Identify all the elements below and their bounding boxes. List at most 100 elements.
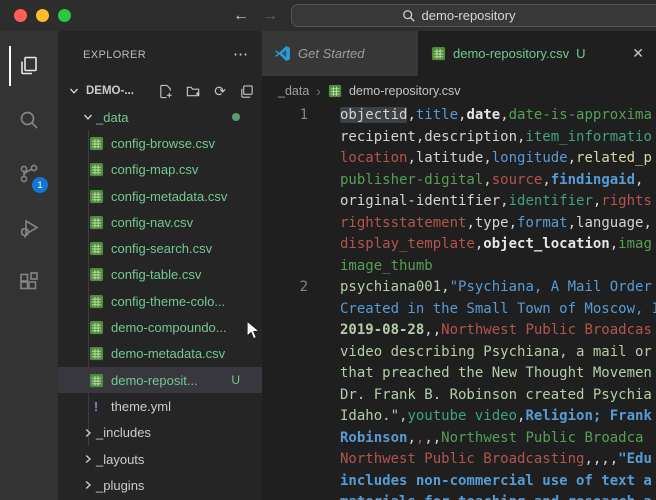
code-token: identifier	[508, 193, 593, 209]
tree-item-config-browsecsv[interactable]: config-browse.csv	[58, 130, 262, 156]
tab-demo-repository-csv[interactable]: demo-repository.csv U ✕	[418, 31, 656, 76]
back-icon[interactable]: ←	[233, 7, 249, 25]
code-token: ,,,,	[584, 451, 619, 467]
code-token: related_p	[576, 150, 652, 166]
workspace-root-row[interactable]: DEMO-... ⟳	[58, 78, 262, 104]
chevron-right-icon	[80, 428, 96, 438]
tree-item-label: demo-reposit...	[111, 372, 198, 388]
git-modified-dot-icon	[232, 113, 240, 122]
tree-item-_layouts[interactable]: _layouts	[58, 446, 262, 472]
code-token: ,	[567, 150, 577, 166]
code-line[interactable]: video describing Psychiana, a mail or	[262, 342, 656, 364]
tree-item-_includes[interactable]: _includes	[58, 420, 262, 446]
code-token: ,	[407, 107, 416, 123]
code-line[interactable]: location,latitude,longitude,related_p	[262, 148, 656, 170]
code-token: Northwest Public Broadcas	[441, 322, 652, 338]
tree-item-label: _plugins	[96, 477, 145, 493]
csv-icon	[88, 214, 104, 230]
tree-item-label: _includes	[96, 425, 151, 441]
minimize-window-button[interactable]	[36, 9, 49, 22]
breadcrumb-file[interactable]: demo-repository.csv	[349, 84, 461, 98]
code-token: ,	[441, 279, 450, 295]
code-line[interactable]: rightsstatement,type,format,language,	[262, 213, 656, 235]
code-line[interactable]: image_thumb	[262, 256, 656, 278]
code-token: Dr. Frank B. Robinson created Psychia	[340, 386, 652, 403]
new-file-icon[interactable]	[158, 84, 173, 99]
tree-item-config-mapcsv[interactable]: config-map.csv	[58, 157, 262, 183]
new-folder-icon[interactable]	[186, 84, 201, 99]
code-token: ,	[483, 150, 492, 166]
breadcrumb-folder[interactable]: _data	[278, 84, 309, 98]
tree-item-label: demo-compoundo...	[111, 320, 227, 336]
tree-item-_plugins[interactable]: _plugins	[58, 472, 262, 498]
tree-item-demo-reposit[interactable]: demo-reposit... U	[58, 366, 262, 394]
code-token: psychiana001	[340, 279, 442, 295]
tree-item-label: config-table.csv	[111, 267, 202, 283]
csv-icon	[88, 293, 104, 309]
code-token: Northwest Public Broadca	[441, 429, 644, 446]
code-token: findingaid	[550, 171, 636, 188]
command-center-search[interactable]: demo-repository	[291, 4, 656, 27]
code-line[interactable]: Dr. Frank B. Robinson created Psychia	[262, 385, 656, 407]
code-line[interactable]: display_template,object_location,imag	[262, 234, 656, 256]
close-tab-icon[interactable]: ✕	[632, 45, 644, 62]
code-token: ,	[407, 150, 416, 166]
tree-item-config-searchcsv[interactable]: config-search.csv	[58, 235, 262, 261]
code-token: recipient	[340, 128, 416, 145]
csv-icon	[88, 372, 104, 388]
chevron-down-icon	[80, 112, 96, 122]
code-line[interactable]: Northwest Public Broadcasting,,,,"Edu	[262, 449, 656, 471]
code-token: ,	[500, 107, 509, 123]
source-control-icon[interactable]: 1	[0, 147, 58, 201]
code-token: rights	[601, 193, 652, 209]
more-actions-icon[interactable]: ⋯	[233, 47, 248, 62]
tree-item-themeyml[interactable]: ! theme.yml	[58, 393, 262, 419]
tree-item-config-tablecsv[interactable]: config-table.csv	[58, 262, 262, 288]
code-token: description	[424, 128, 518, 145]
code-line[interactable]: Created in the Small Town of Moscow, I	[262, 299, 656, 321]
refresh-icon[interactable]: ⟳	[214, 83, 226, 100]
csv-file-icon	[430, 46, 446, 62]
tree-item-label: theme.yml	[111, 398, 171, 414]
tree-item-config-metadatacsv[interactable]: config-metadata.csv	[58, 183, 262, 209]
close-window-button[interactable]	[14, 9, 27, 22]
explorer-icon[interactable]	[0, 39, 58, 93]
tree-item-demo-metadatacsv[interactable]: demo-metadata.csv	[58, 341, 262, 367]
tree-item-config-navcsv[interactable]: config-nav.csv	[58, 209, 262, 235]
code-token: latitude	[415, 150, 484, 166]
explorer-sidebar: EXPLORER ⋯ DEMO-... ⟳ _data config-brows…	[58, 31, 262, 500]
search-view-icon[interactable]	[0, 93, 58, 147]
code-line[interactable]: original-identifier,identifier,rights	[262, 191, 656, 213]
code-line[interactable]: materials for teaching and research a	[262, 492, 656, 500]
chevron-right-icon	[80, 454, 96, 464]
zoom-window-button[interactable]	[58, 9, 71, 22]
code-line[interactable]: 2 psychiana001,"Psychiana, A Mail Order	[262, 277, 656, 299]
code-line[interactable]: that preached the New Thought Movemen	[262, 363, 656, 385]
tree-item-_data[interactable]: _data	[58, 104, 262, 130]
command-center-text: demo-repository	[421, 8, 516, 23]
code-line[interactable]: publisher-digital,source,findingaid,	[262, 170, 656, 192]
csv-file-icon	[328, 84, 342, 98]
code-token: Idaho.",	[340, 408, 408, 424]
collapse-folders-icon[interactable]	[239, 84, 254, 99]
code-line[interactable]: 2019-08-28,,Northwest Public Broadcas	[262, 320, 656, 342]
tab-get-started[interactable]: Get Started	[262, 31, 418, 76]
search-icon	[402, 9, 416, 23]
git-status-untracked: U	[231, 373, 240, 388]
extensions-icon[interactable]	[0, 255, 58, 309]
run-debug-icon[interactable]	[0, 201, 58, 255]
code-line[interactable]: includes non-commercial use of text a	[262, 471, 656, 493]
code-token: "Psychiana, A Mail Order	[449, 279, 652, 295]
code-token: ,	[635, 171, 644, 188]
title-bar: ← → demo-repository	[0, 0, 656, 31]
code-line[interactable]: 1 objectid,title,date,date-is-approxima	[262, 105, 656, 127]
tree-item-config-theme-colo[interactable]: config-theme-colo...	[58, 288, 262, 314]
line-number: 1	[299, 107, 308, 123]
code-line[interactable]: Robinson,,,,Northwest Public Broadca	[262, 428, 656, 450]
code-area[interactable]: 1 objectid,title,date,date-is-approxima re…	[262, 105, 656, 500]
code-token: video describing Psychiana, a mail or	[340, 343, 652, 360]
tree-item-label: config-map.csv	[111, 162, 199, 178]
code-line[interactable]: recipient,description,item_informatio	[262, 127, 656, 149]
tree-item-demo-compoundo[interactable]: demo-compoundo...	[58, 314, 262, 340]
code-line[interactable]: Idaho.",youtube video,Religion; Frank	[262, 406, 656, 428]
